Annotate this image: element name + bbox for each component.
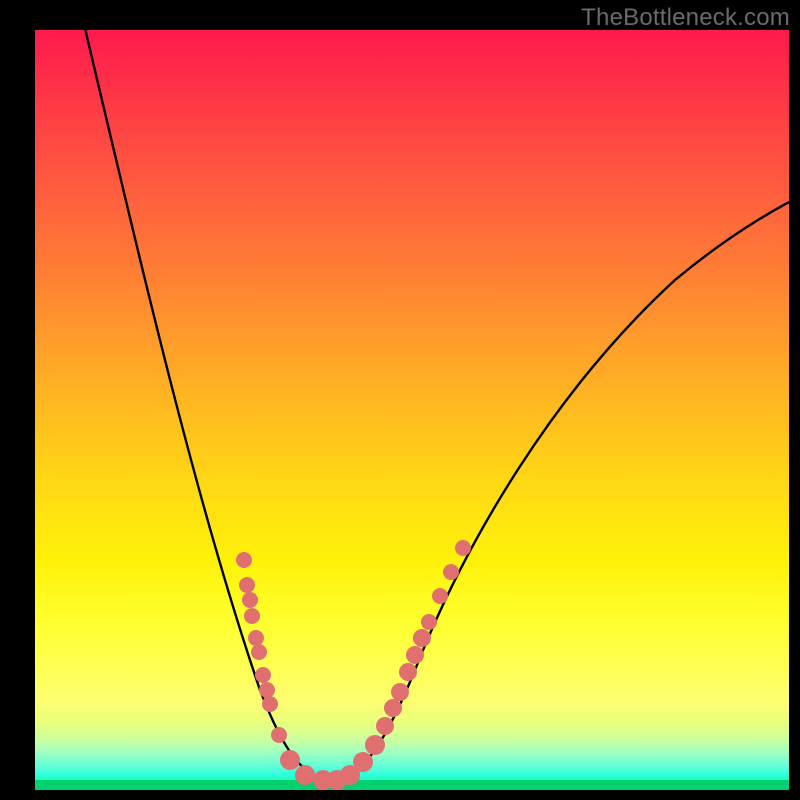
scatter-dot [406,646,424,664]
scatter-dot [255,667,271,683]
scatter-dot [391,683,409,701]
scatter-dot [244,608,260,624]
scatter-dot [242,592,258,608]
scatter-dot [432,588,448,604]
scatter-dot [248,630,264,646]
scatter-dot [259,682,275,698]
scatter-dot [365,735,385,755]
chart-svg [35,30,789,790]
scatter-dot [384,699,402,717]
chart-frame: TheBottleneck.com [0,0,800,800]
plot-area [35,30,789,790]
scatter-dot [262,696,278,712]
scatter-dot [251,644,267,660]
scatter-dot [421,614,437,630]
scatter-dot [353,752,373,772]
scatter-dot [271,727,287,743]
scatter-dot [399,663,417,681]
watermark-text: TheBottleneck.com [581,4,790,32]
scatter-dot [295,765,315,785]
scatter-dot [239,577,255,593]
scatter-group [236,540,471,790]
scatter-dot [455,540,471,556]
scatter-dot [413,629,431,647]
scatter-dot [280,750,300,770]
bottleneck-curve-left [83,30,789,780]
scatter-dot [236,552,252,568]
scatter-dot [443,564,459,580]
scatter-dot [376,717,394,735]
